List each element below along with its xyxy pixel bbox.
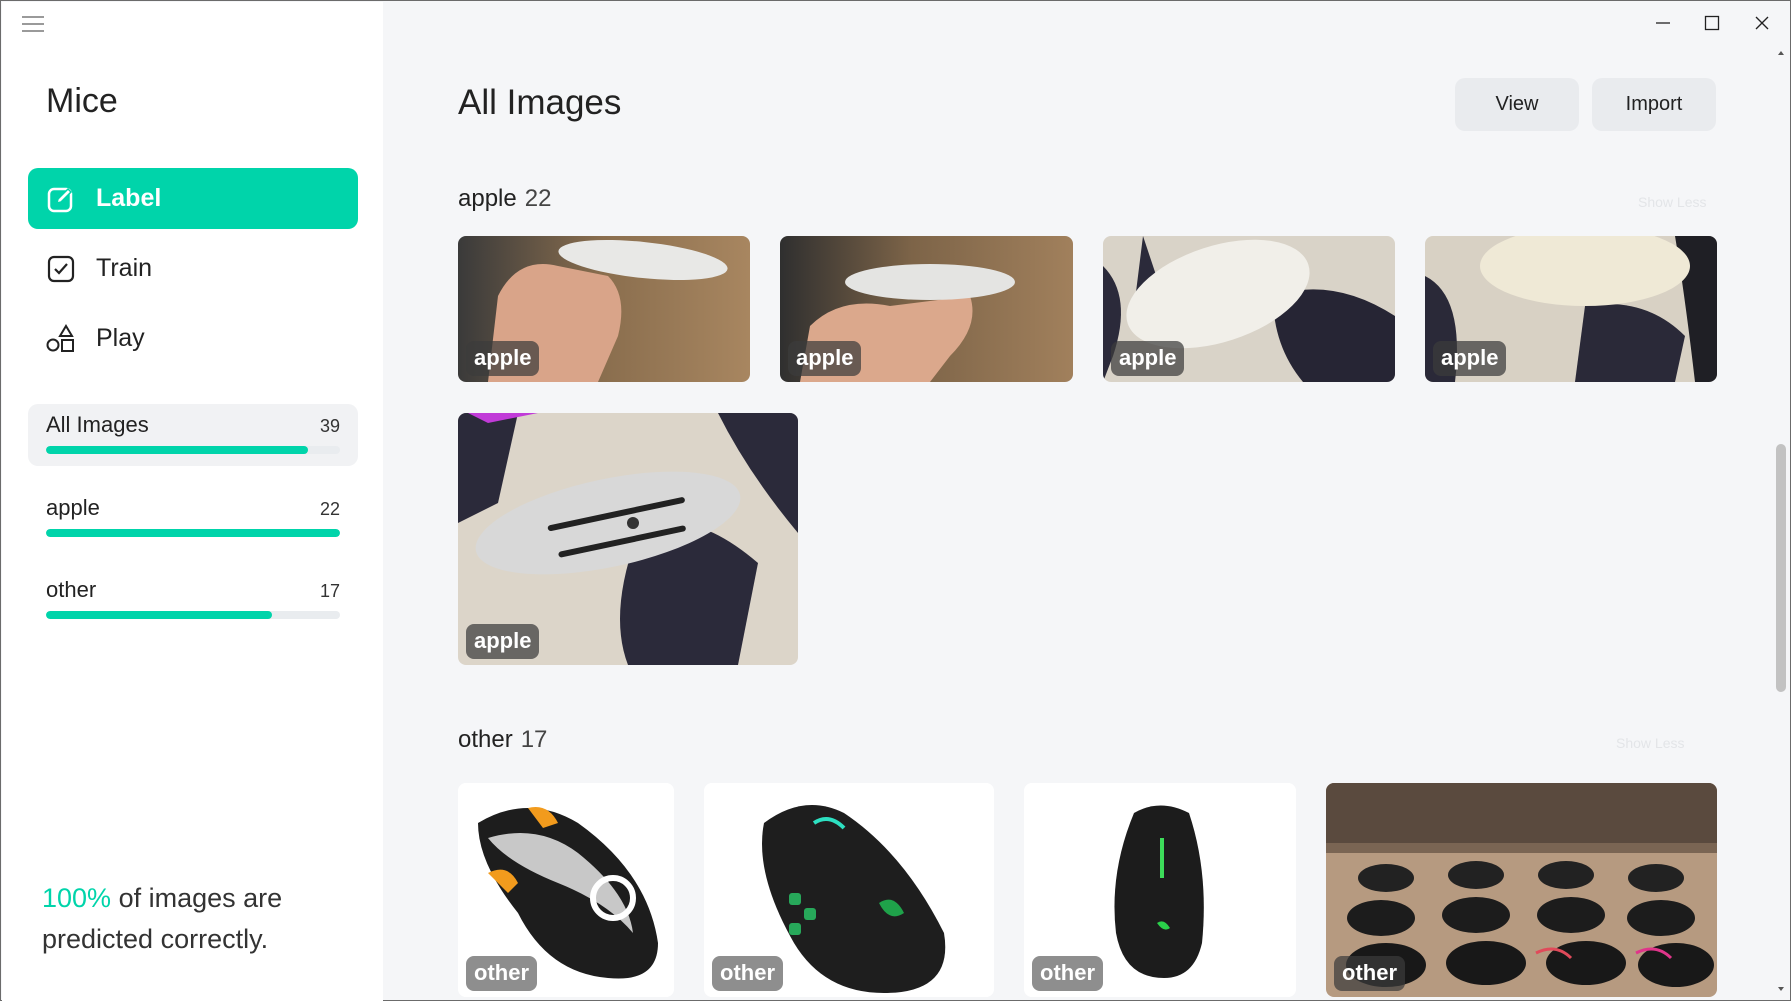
app-title: Mice (46, 82, 118, 120)
section-title-other: other 17 (458, 726, 547, 754)
image-thumbnail[interactable]: other (1326, 783, 1717, 997)
category-progress-bar (46, 446, 340, 454)
hamburger-menu-icon[interactable] (22, 16, 44, 34)
nav-train[interactable]: Train (28, 238, 358, 299)
progress-fill (46, 446, 308, 454)
vertical-scrollbar[interactable] (1771, 41, 1791, 999)
category-count: 22 (319, 499, 340, 519)
image-thumbnail[interactable]: apple (1425, 236, 1717, 382)
image-label-badge: other (466, 956, 537, 991)
view-button[interactable]: View (1455, 78, 1579, 131)
image-thumbnail[interactable]: apple (1103, 236, 1395, 382)
category-name: apple (46, 495, 100, 520)
nav-label-text: Label (96, 184, 162, 212)
nav-play-text: Play (96, 324, 145, 352)
progress-fill (46, 611, 273, 619)
accuracy-text-a: of images are (111, 883, 283, 913)
progress-fill (46, 529, 340, 537)
image-thumbnail[interactable]: other (1024, 783, 1296, 997)
image-label-badge: apple (466, 624, 540, 659)
image-thumbnail[interactable]: apple (458, 413, 798, 665)
image-label-badge: other (712, 956, 783, 991)
minimize-icon[interactable] (1648, 9, 1678, 37)
show-less-link[interactable]: Show Less (1616, 735, 1684, 751)
nav-train-text: Train (96, 254, 153, 282)
close-icon[interactable] (1747, 9, 1777, 37)
image-label-badge: apple (788, 341, 862, 376)
sidebar: Mice Label Train Play All Images 39 appl… (2, 2, 383, 1001)
accuracy-text-b: predicted correctly. (42, 924, 269, 954)
section-count: 22 (524, 185, 552, 212)
image-label-badge: apple (1433, 341, 1507, 376)
image-label-badge: other (1334, 956, 1405, 991)
category-name: All Images (46, 412, 149, 437)
category-all-images[interactable]: All Images 39 (28, 404, 358, 466)
category-other[interactable]: other 17 (28, 569, 358, 631)
category-count: 17 (319, 581, 340, 601)
nav-play[interactable]: Play (28, 308, 358, 369)
page-title: All Images (458, 83, 622, 122)
shapes-icon (46, 323, 76, 354)
category-name: other (46, 577, 97, 602)
category-progress-bar (46, 529, 340, 537)
checkbox-icon (46, 254, 76, 284)
edit-icon (46, 184, 76, 214)
scroll-down-icon[interactable] (1775, 983, 1787, 995)
maximize-icon[interactable] (1697, 9, 1727, 37)
import-button[interactable]: Import (1592, 78, 1716, 131)
image-thumbnail[interactable]: other (704, 783, 994, 997)
nav-label[interactable]: Label (28, 168, 358, 229)
image-thumbnail[interactable]: apple (458, 236, 750, 382)
section-count: 17 (520, 726, 548, 753)
accuracy-summary: 100% of images are predicted correctly. (42, 878, 342, 960)
show-less-link[interactable]: Show Less (1638, 194, 1706, 210)
section-title-apple: apple 22 (458, 185, 551, 213)
section-name: apple (458, 185, 517, 212)
category-apple[interactable]: apple 22 (28, 487, 358, 549)
accuracy-percent: 100% (42, 883, 112, 913)
category-progress-bar (46, 611, 340, 619)
scroll-up-icon[interactable] (1775, 47, 1787, 59)
image-label-badge: apple (466, 341, 540, 376)
image-thumbnail[interactable]: apple (780, 236, 1073, 382)
category-count: 39 (319, 416, 340, 436)
app-window: Mice Label Train Play All Images 39 appl… (0, 0, 1791, 1001)
image-label-badge: other (1032, 956, 1103, 991)
scrollbar-thumb[interactable] (1776, 444, 1786, 692)
image-label-badge: apple (1111, 341, 1185, 376)
section-name: other (458, 726, 513, 753)
image-thumbnail[interactable]: other (458, 783, 674, 997)
